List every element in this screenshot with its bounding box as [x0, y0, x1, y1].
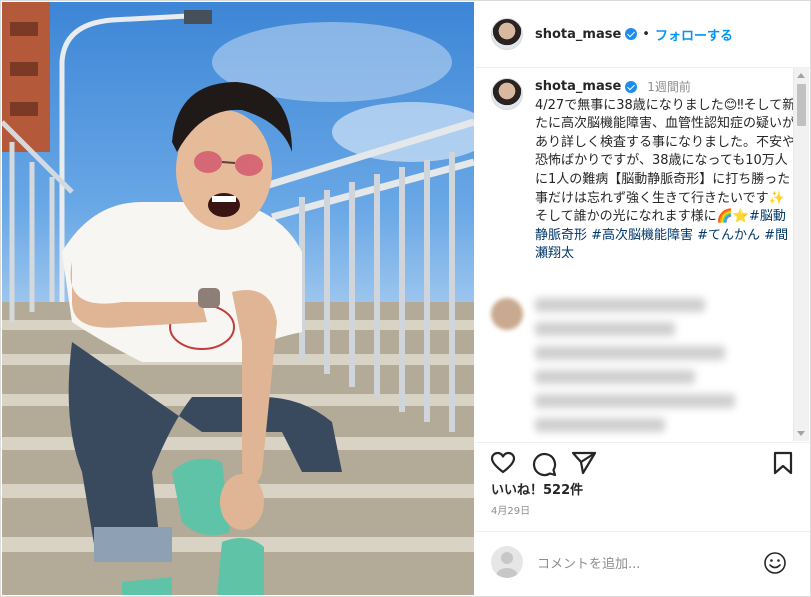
caption-username[interactable]: shota_mase — [535, 78, 621, 97]
heart-icon[interactable] — [490, 451, 516, 475]
caption: shota_mase 1週間前 4/27で無事に38歳になりました😊‼そして新た… — [491, 78, 796, 264]
post-date[interactable]: 4月29日 — [491, 502, 530, 517]
caption-body: shota_mase 1週間前 4/27で無事に38歳になりました😊‼そして新た… — [535, 78, 796, 264]
blurred-text-line — [535, 322, 675, 336]
caption-time[interactable]: 1週間前 — [647, 78, 691, 97]
post-photo[interactable] — [2, 2, 474, 595]
default-user-icon — [496, 552, 518, 578]
caption-author-avatar[interactable] — [491, 78, 523, 110]
current-user-avatar — [491, 546, 523, 578]
post-dialog: shota_mase • フォローする shota_mase 1週間前 4/27… — [0, 0, 811, 597]
comment-input[interactable] — [535, 553, 759, 575]
scroll-down-arrow-icon[interactable] — [797, 431, 805, 436]
commenter-avatar — [491, 298, 523, 330]
post-side-panel: shota_mase • フォローする shota_mase 1週間前 4/27… — [475, 1, 810, 596]
verified-badge-icon — [625, 28, 638, 40]
paper-plane-icon[interactable] — [571, 451, 597, 475]
blurred-text-line — [535, 298, 705, 312]
scroll-up-arrow-icon[interactable] — [797, 73, 805, 78]
blurred-text-line — [535, 346, 725, 360]
like-count[interactable]: いいね！522件 — [491, 479, 583, 498]
blurred-text-line — [535, 418, 665, 432]
caption-verified-badge-icon — [625, 81, 638, 94]
follow-button[interactable]: フォローする — [655, 25, 733, 44]
caption-text: 4/27で無事に38歳になりました😊‼そして新たに高次脳機能障害、血管性認知症の… — [535, 97, 796, 225]
separator-dot: • — [642, 26, 650, 42]
author-username[interactable]: shota_mase — [535, 27, 621, 42]
smiley-icon[interactable] — [763, 551, 787, 575]
vertical-scrollbar[interactable] — [793, 68, 809, 441]
blurred-text-line — [535, 394, 735, 408]
comment-bubble-icon[interactable] — [531, 451, 557, 477]
post-header: shota_mase • フォローする — [475, 1, 810, 68]
add-comment-bar — [475, 531, 810, 596]
blurred-text-line — [535, 370, 695, 384]
photo-illustration — [2, 2, 474, 595]
author-avatar[interactable] — [491, 18, 523, 50]
comments-scroll-area[interactable]: shota_mase 1週間前 4/27で無事に38歳になりました😊‼そして新た… — [475, 68, 810, 441]
bookmark-icon[interactable] — [772, 451, 794, 475]
caption-header: shota_mase 1週間前 — [535, 78, 796, 97]
blurred-comment — [491, 294, 791, 441]
scrollbar-thumb[interactable] — [797, 84, 806, 126]
